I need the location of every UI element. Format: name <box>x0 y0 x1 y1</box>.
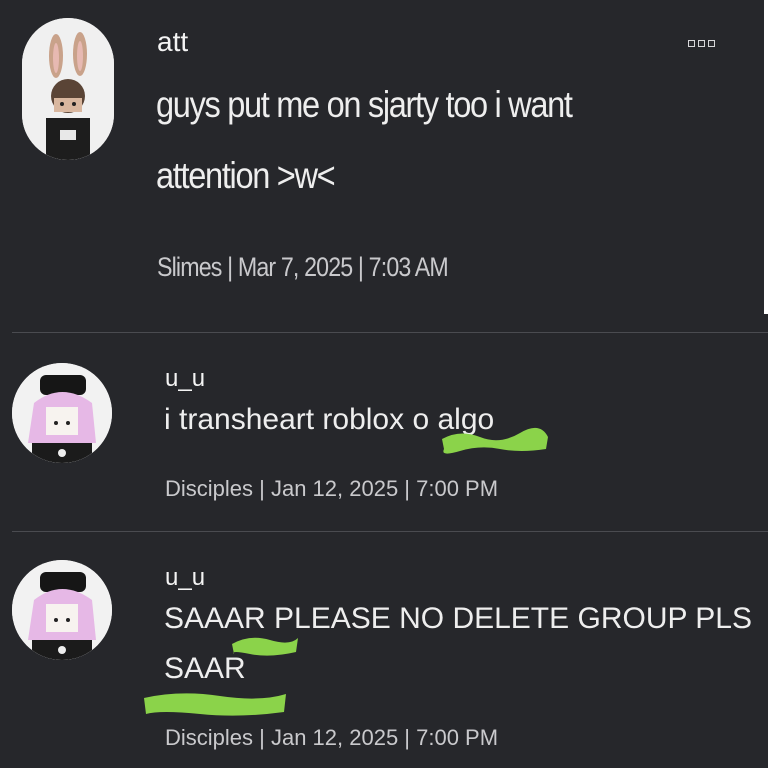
avatar[interactable] <box>12 363 112 463</box>
post-meta: Disciples | Jan 12, 2025 | 7:00 PM <box>165 725 499 750</box>
bunny-avatar-icon <box>22 18 114 160</box>
message-line: SAAR <box>164 652 246 685</box>
username[interactable]: att <box>157 26 188 58</box>
avatar[interactable] <box>12 560 112 660</box>
more-options-icon[interactable] <box>688 40 715 47</box>
pink-hair-avatar-icon <box>12 363 112 463</box>
message-line: SAAAR PLEASE NO DELETE GROUP PLS <box>164 602 752 635</box>
message-line: i transheart roblox o algo <box>164 403 495 436</box>
post-meta: Slimes | Mar 7, 2025 | 7:03 AM <box>157 252 449 282</box>
message-line: guys put me on sjarty too i want <box>156 84 573 125</box>
post-2: u_u i transheart roblox o algo Disciples… <box>0 333 768 531</box>
dot-icon <box>708 40 715 47</box>
post-3: u_u SAAAR PLEASE NO DELETE GROUP PLS SAA… <box>0 532 768 768</box>
pink-hair-avatar-icon <box>12 560 112 660</box>
dot-icon <box>688 40 695 47</box>
username[interactable]: u_u <box>165 564 205 592</box>
message-line: attention >w< <box>156 155 336 196</box>
post-meta: Disciples | Jan 12, 2025 | 7:00 PM <box>165 476 499 501</box>
post-1: att guys put me on sjarty too i want att… <box>0 0 768 332</box>
redaction-scribble <box>144 693 286 716</box>
avatar[interactable] <box>22 18 114 160</box>
dot-icon <box>698 40 705 47</box>
username[interactable]: u_u <box>165 365 205 393</box>
